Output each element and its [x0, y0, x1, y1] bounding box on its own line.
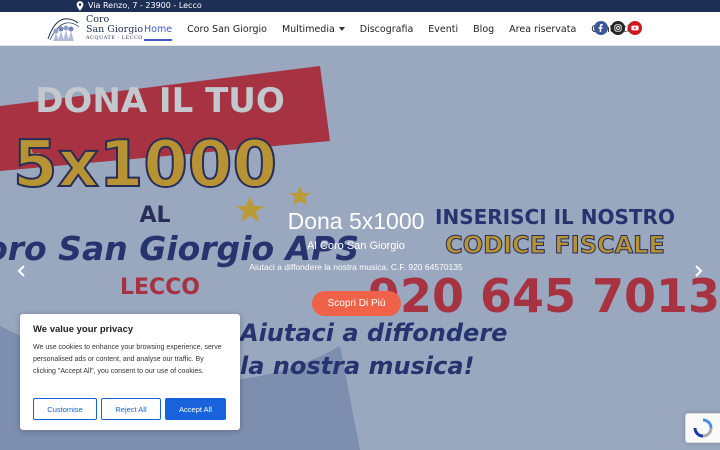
- facebook-icon[interactable]: [594, 21, 608, 35]
- nav-home[interactable]: Home: [144, 24, 173, 41]
- cookie-text: We use cookies to enhance your browsing …: [33, 344, 222, 375]
- top-info-bar: Via Renzo, 7 - 23900 - Lecco: [0, 0, 720, 12]
- address: Via Renzo, 7 - 23900 - Lecco: [76, 0, 202, 12]
- social-links: [594, 21, 642, 35]
- slide-description: Aiutaci a diffondere la nostra musica. C…: [249, 262, 463, 272]
- logo-line-2: San Giorgio: [86, 23, 144, 35]
- scopri-di-piu-button[interactable]: Scopri Di Più: [312, 291, 401, 316]
- nav-multimedia[interactable]: Multimedia: [282, 24, 345, 35]
- youtube-icon[interactable]: [628, 21, 642, 35]
- recaptcha-badge[interactable]: [685, 413, 720, 443]
- logo-line-3: ACQUATE · LECCO: [86, 35, 143, 41]
- customise-button[interactable]: Customise: [33, 398, 97, 420]
- main-header: Coro San Giorgio ACQUATE · LECCO Home Co…: [0, 12, 720, 46]
- accept-all-button[interactable]: Accept All: [165, 398, 226, 420]
- address-text: Via Renzo, 7 - 23900 - Lecco: [88, 1, 202, 10]
- nav-area-riservata[interactable]: Area riservata: [509, 24, 576, 35]
- main-menu: Home Coro San Giorgio Multimedia Discogr…: [144, 12, 644, 46]
- nav-discografia[interactable]: Discografia: [360, 24, 414, 35]
- recaptcha-icon: [693, 418, 713, 438]
- nav-coro-san-giorgio[interactable]: Coro San Giorgio: [187, 24, 267, 35]
- nav-blog[interactable]: Blog: [473, 24, 494, 35]
- location-pin-icon: [76, 1, 84, 11]
- cookie-title: We value your privacy: [33, 324, 134, 335]
- slide-subtitle: Al Coro San Giorgio: [307, 240, 405, 252]
- chevron-down-icon: [338, 27, 345, 31]
- instagram-icon[interactable]: [611, 21, 625, 35]
- slider-next-icon[interactable]: [693, 265, 703, 277]
- cookie-consent-banner: We value your privacy We use cookies to …: [20, 314, 240, 430]
- site-logo[interactable]: Coro San Giorgio ACQUATE · LECCO: [44, 13, 143, 43]
- reject-all-button[interactable]: Reject All: [101, 398, 161, 420]
- logo-choir-icon: [47, 18, 80, 41]
- slider-prev-icon[interactable]: [17, 265, 27, 277]
- nav-eventi[interactable]: Eventi: [428, 24, 458, 35]
- slide-title: Dona 5x1000: [287, 208, 425, 234]
